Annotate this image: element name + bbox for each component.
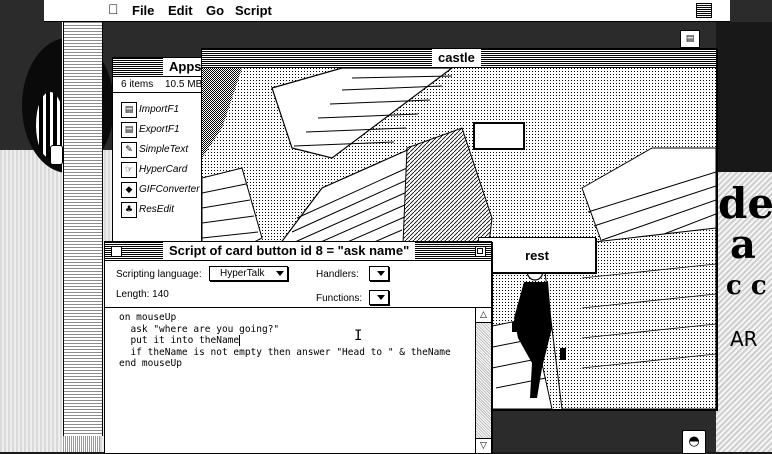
document-icon: ▤ — [121, 102, 137, 118]
script-line: on mouseUp — [119, 312, 177, 323]
scroll-down-arrow-icon[interactable]: ▽ — [476, 438, 491, 453]
jack-in-box-icon: ♣ — [121, 202, 137, 218]
functions-popup[interactable] — [369, 290, 389, 305]
script-line: put it into theName — [119, 335, 240, 346]
svg-text:AR: AR — [730, 327, 758, 351]
card-window-titlebar[interactable]: castle — [202, 49, 716, 68]
app-item-simpletext[interactable]: ✎ SimpleText — [119, 141, 205, 159]
scroll-up-arrow-icon[interactable]: △ — [476, 308, 491, 323]
app-item-label: SimpleText — [139, 144, 189, 155]
script-line: ask "where are you going?" — [119, 323, 280, 335]
app-item-label: ResEdit — [139, 204, 175, 215]
scripting-language-popup[interactable]: HyperTalk — [209, 266, 288, 281]
finder-window-edge — [63, 22, 103, 436]
disk-icon[interactable]: ▤ — [680, 30, 700, 48]
desktop-picture-right-dark — [716, 22, 772, 172]
app-icon: ◆ — [121, 182, 137, 198]
app-item-label: GIFConverter — [139, 184, 200, 195]
handlers-label: Handlers: — [316, 269, 359, 280]
zoom-box-icon[interactable] — [475, 246, 486, 257]
menu-edit[interactable]: Edit — [168, 2, 193, 19]
app-item-resedit[interactable]: ♣ ResEdit — [119, 201, 205, 219]
app-icon: ✎ — [121, 142, 137, 158]
script-text-editor[interactable]: on mouseUp ask "where are you going?" pu… — [105, 307, 475, 453]
app-item-label: ExportF1 — [139, 124, 180, 135]
ibeam-cursor-icon: I — [354, 328, 363, 344]
chevron-down-icon — [276, 271, 284, 276]
application-menu-icon[interactable] — [696, 3, 712, 18]
script-editor-window: Script of card button id 8 = "ask name" … — [104, 241, 492, 454]
trash-icon[interactable]: ◓ — [682, 430, 706, 454]
menu-file[interactable]: File — [132, 2, 154, 19]
functions-label: Functions: — [316, 293, 363, 304]
disk-size: 10.5 MB — [165, 79, 203, 90]
menu-go[interactable]: Go — [206, 2, 224, 19]
script-line: end mouseUp — [119, 358, 182, 369]
svg-text:c c: c c — [726, 271, 767, 301]
item-count: 6 items — [121, 79, 154, 90]
menu-bar:  File Edit Go Script — [44, 0, 730, 22]
handlers-popup[interactable] — [369, 266, 389, 281]
hand-icon: ☞ — [121, 162, 137, 178]
scripting-language-label: Scripting language: — [116, 269, 202, 280]
apps-window-info-bar: 6 items 10.5 MB — [113, 77, 205, 93]
app-item-hypercard[interactable]: ☞ HyperCard — [119, 161, 205, 179]
app-item-gifconverter[interactable]: ◆ GIFConverter — [119, 181, 205, 199]
desktop-picture-letters: de a c c AR — [718, 179, 772, 351]
close-box-icon[interactable] — [111, 246, 122, 257]
chevron-down-icon — [377, 271, 385, 276]
rest-button[interactable]: rest — [478, 237, 596, 273]
menu-script[interactable]: Script — [235, 2, 272, 19]
app-item-label: HyperCard — [139, 164, 188, 175]
app-item-exportf1[interactable]: ▤ ExportF1 — [119, 121, 205, 139]
script-window-title: Script of card button id 8 = "ask name" — [163, 242, 416, 260]
script-window-titlebar[interactable]: Script of card button id 8 = "ask name" — [105, 242, 491, 261]
card-window-title: castle — [432, 49, 481, 67]
apple-menu-icon[interactable]:  — [108, 1, 119, 18]
app-item-importf1[interactable]: ▤ ImportF1 — [119, 101, 205, 119]
document-icon: ▤ — [121, 122, 137, 138]
text-cursor — [239, 335, 241, 346]
svg-text:a: a — [730, 221, 756, 268]
script-vertical-scrollbar[interactable]: △ ▽ — [475, 307, 491, 453]
chevron-down-icon — [377, 295, 385, 300]
script-line: if theName is not empty then answer "Hea… — [119, 346, 451, 358]
apps-window-titlebar[interactable]: Apps — [113, 58, 208, 77]
scroll-thumb[interactable] — [50, 145, 63, 165]
app-item-label: ImportF1 — [139, 104, 180, 115]
script-length: Length: 140 — [116, 289, 169, 300]
scripting-language-value: HyperTalk — [220, 268, 265, 279]
script-code[interactable]: on mouseUp ask "where are you going?" pu… — [119, 312, 451, 370]
